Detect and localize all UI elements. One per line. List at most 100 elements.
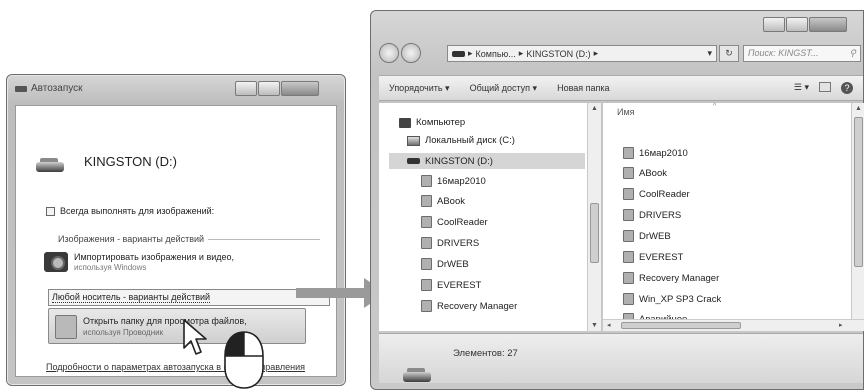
tree-item-folder[interactable]: DrWEB — [421, 258, 469, 270]
breadcrumb-drive[interactable]: KINGSTON (D:) — [526, 49, 590, 59]
column-header-name[interactable]: Имя — [617, 107, 635, 117]
tree-item-kingston[interactable]: KINGSTON (D:) — [389, 153, 585, 169]
file-name: ABook — [639, 167, 667, 179]
file-list-item[interactable]: EVEREST — [623, 251, 683, 263]
address-dropdown-icon[interactable]: ▾ — [707, 48, 716, 59]
scroll-thumb[interactable] — [854, 117, 863, 267]
autoplay-window: Автозапуск KINGSTON (D:) Всегда выполнят… — [6, 74, 346, 386]
scroll-up-icon[interactable]: ▲ — [591, 105, 598, 112]
share-button[interactable]: Общий доступ ▾ — [470, 83, 538, 94]
file-name: DRIVERS — [639, 209, 682, 221]
file-list-item[interactable]: CoolReader — [623, 188, 690, 200]
tree-item-folder[interactable]: DRIVERS — [421, 237, 479, 249]
navigation-pane: Компьютер Локальный диск (C:) KINGSTON (… — [379, 103, 601, 331]
scroll-down-icon[interactable]: ▼ — [591, 322, 598, 329]
command-bar: Упорядочить ▾ Общий доступ ▾ Новая папка… — [379, 75, 863, 101]
preview-pane-icon[interactable] — [819, 82, 831, 92]
tree-item-folder[interactable]: Recovery Manager — [421, 300, 517, 312]
folder-icon — [421, 258, 432, 270]
search-input[interactable]: Поиск: KINGST... ⚲ — [743, 45, 861, 62]
maximize-button[interactable] — [786, 17, 808, 32]
tree-item-folder[interactable]: 16мар2010 — [421, 175, 486, 187]
close-button[interactable] — [281, 81, 319, 96]
hard-disk-icon — [407, 135, 420, 146]
navigation-scrollbar[interactable]: ▲ ▼ — [587, 103, 601, 331]
new-folder-button[interactable]: Новая папка — [557, 83, 609, 93]
tree-label: Локальный диск (C:) — [425, 135, 515, 146]
scroll-right-icon[interactable]: ▸ — [839, 321, 843, 329]
file-name: DrWEB — [639, 230, 671, 242]
import-pictures-option[interactable]: Импортировать изображения и видео, испол… — [44, 252, 234, 272]
file-list-item[interactable]: DrWEB — [623, 230, 671, 242]
folder-icon — [623, 230, 634, 242]
tree-item-folder[interactable]: ABook — [421, 195, 465, 207]
minimize-button[interactable] — [763, 17, 785, 32]
tree-item-folder[interactable]: EVEREST — [421, 279, 481, 291]
explorer-window-controls — [763, 17, 847, 32]
close-button[interactable] — [809, 17, 847, 32]
open-folder-subtitle: используя Проводник — [83, 328, 164, 337]
scroll-thumb[interactable] — [590, 203, 599, 263]
tree-item-folder[interactable]: CoolReader — [421, 216, 488, 228]
explorer-window: ▸ Компью... ▸ KINGSTON (D:) ▸ ▾ ↻ Поиск:… — [370, 10, 864, 390]
drive-small-icon — [452, 50, 465, 57]
removable-drive-icon — [403, 368, 431, 382]
back-button[interactable] — [379, 43, 399, 63]
open-folder-option[interactable]: Открыть папку для просмотра файлов, испо… — [48, 308, 306, 344]
maximize-button[interactable] — [258, 81, 280, 96]
scroll-left-icon[interactable]: ◂ — [607, 321, 611, 329]
folder-icon — [623, 147, 634, 159]
arrow-icon — [296, 288, 366, 298]
folder-icon — [421, 195, 432, 207]
tree-label: DrWEB — [437, 258, 469, 270]
autoplay-settings-link[interactable]: Подробности о параметрах автозапуска в п… — [46, 360, 328, 374]
tree-item-computer[interactable]: Компьютер — [399, 117, 465, 128]
autoplay-drive-name: KINGSTON (D:) — [84, 154, 177, 169]
general-options-header: Любой носитель - варианты действий — [48, 289, 330, 306]
always-do-checkbox[interactable]: Всегда выполнять для изображений: — [46, 206, 214, 216]
view-controls: ☰ ▾ ? — [794, 82, 863, 94]
search-placeholder: Поиск: KINGST... — [748, 48, 819, 58]
removable-drive-icon — [407, 158, 420, 164]
address-bar[interactable]: ▸ Компью... ▸ KINGSTON (D:) ▸ ▾ — [447, 45, 717, 62]
refresh-button[interactable]: ↻ — [719, 45, 739, 62]
tree-item-local-disk[interactable]: Локальный диск (C:) — [407, 135, 515, 146]
help-icon[interactable]: ? — [841, 82, 853, 94]
file-list-item[interactable]: ABook — [623, 167, 667, 179]
folder-icon — [623, 293, 634, 305]
organize-button[interactable]: Упорядочить ▾ — [389, 83, 450, 94]
cursor-icon — [183, 319, 207, 355]
scroll-thumb[interactable] — [621, 322, 741, 329]
minimize-button[interactable] — [235, 81, 257, 96]
checkbox-box[interactable] — [46, 206, 55, 216]
tree-label: ABook — [437, 195, 465, 207]
breadcrumb-computer[interactable]: Компью... — [476, 49, 516, 59]
camera-icon — [44, 252, 68, 272]
autoplay-content: KINGSTON (D:) Всегда выполнять для изобр… — [15, 105, 337, 377]
file-name: Win_XP SP3 Crack — [639, 293, 722, 305]
mouse-icon — [224, 331, 264, 389]
folder-icon — [421, 279, 432, 291]
file-list-item[interactable]: DRIVERS — [623, 209, 681, 221]
horizontal-scrollbar[interactable]: ◂ ▸ — [603, 319, 864, 331]
folder-icon — [55, 315, 77, 339]
folder-icon — [623, 167, 634, 179]
computer-icon — [399, 117, 411, 128]
forward-button[interactable] — [401, 43, 421, 63]
details-pane: Элементов: 27 — [379, 333, 863, 383]
pictures-options-header: Изображения - варианты действий — [58, 234, 320, 244]
file-list-scrollbar[interactable]: ▲ — [851, 103, 864, 319]
file-name: 16мар2010 — [639, 147, 688, 159]
section-divider — [208, 238, 320, 240]
import-option-title: Импортировать изображения и видео, — [74, 252, 235, 262]
file-list-item[interactable]: Win_XP SP3 Crack — [623, 293, 721, 305]
scroll-up-icon[interactable]: ▲ — [855, 105, 862, 112]
folder-icon — [421, 175, 432, 187]
file-list-item[interactable]: Recovery Manager — [623, 272, 719, 284]
file-list-item[interactable]: 16мар2010 — [623, 147, 688, 159]
tree-label: EVEREST — [437, 279, 482, 291]
view-options-icon[interactable]: ☰ ▾ — [794, 82, 809, 94]
removable-drive-icon — [36, 158, 64, 172]
sort-caret-icon: ^ — [713, 103, 717, 110]
pictures-options-label: Изображения - варианты действий — [58, 234, 205, 244]
